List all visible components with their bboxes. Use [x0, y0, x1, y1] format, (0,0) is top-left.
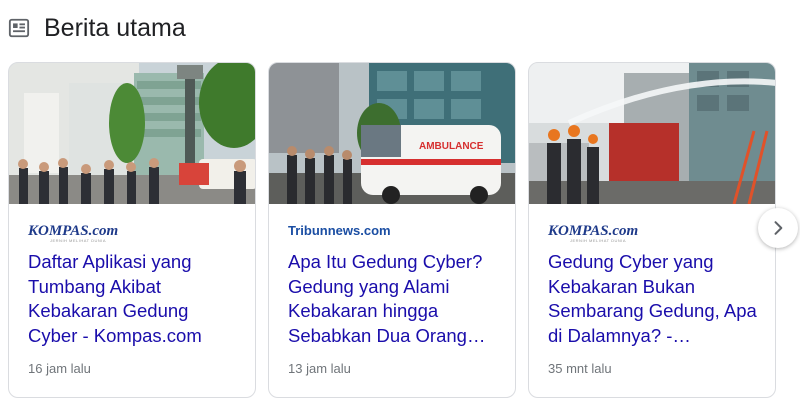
news-headline[interactable]: Gedung Cyber yang Kebakaran Bukan Sembar… [548, 250, 762, 348]
section-header: Berita utama [8, 10, 186, 46]
source-name: KOMPAS.com [28, 223, 119, 239]
news-headline[interactable]: Apa Itu Gedung Cyber? Gedung yang Alami … [288, 250, 502, 348]
news-card-3[interactable]: KOMPAS.com JERNIH MELIHAT DUNIA Gedung C… [528, 62, 776, 398]
news-card-2[interactable]: AMBULANCE Tribunnews.com Apa Itu Gedung … [268, 62, 516, 398]
chevron-right-icon [774, 221, 783, 235]
news-thumbnail-2: AMBULANCE [269, 63, 515, 204]
news-thumbnail-3 [529, 63, 775, 204]
news-time: 13 jam lalu [288, 361, 351, 376]
ambulance-label: AMBULANCE [419, 141, 484, 152]
next-button[interactable] [758, 208, 798, 248]
source-logo-kompas: KOMPAS.com JERNIH MELIHAT DUNIA [548, 223, 638, 245]
news-time: 35 mnt lalu [548, 361, 612, 376]
news-time: 16 jam lalu [28, 361, 91, 376]
news-card-1[interactable]: KOMPAS.com JERNIH MELIHAT DUNIA Daftar A… [8, 62, 256, 398]
section-title: Berita utama [44, 13, 186, 42]
news-thumbnail-1 [9, 63, 255, 204]
news-headline[interactable]: Daftar Aplikasi yang Tumbang Akibat Keba… [28, 250, 242, 348]
news-icon [8, 18, 30, 38]
source-logo-kompas: KOMPAS.com JERNIH MELIHAT DUNIA [28, 223, 118, 245]
source-name: Tribunnews.com [288, 223, 391, 238]
source-logo-tribun: Tribunnews.com [288, 223, 391, 245]
source-name: KOMPAS.com [548, 223, 639, 239]
